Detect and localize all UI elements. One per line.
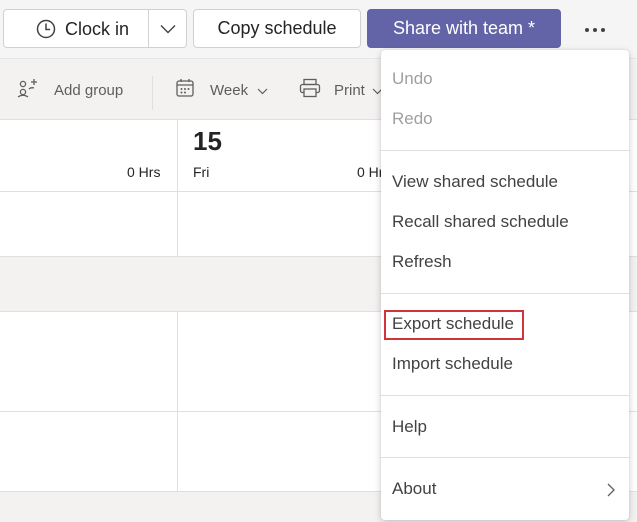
week-label: Week <box>210 81 249 99</box>
menu-divider <box>381 150 629 151</box>
menu-item-refresh[interactable]: Refresh <box>381 244 629 280</box>
clock-in-button[interactable]: Clock in <box>3 9 149 48</box>
toolbar-divider <box>152 76 153 110</box>
menu-item-import-schedule[interactable]: Import schedule <box>381 346 629 382</box>
more-options-menu: Undo Redo View shared schedule Recall sh… <box>381 50 629 520</box>
add-group-button[interactable]: Add group <box>17 78 123 102</box>
menu-item-view-shared-schedule[interactable]: View shared schedule <box>381 164 629 200</box>
clock-in-dropdown-button[interactable] <box>148 9 187 48</box>
column-divider <box>177 312 178 492</box>
day-name: Fri <box>193 164 210 180</box>
chevron-down-icon <box>160 18 176 39</box>
menu-item-undo[interactable]: Undo <box>381 61 629 97</box>
clock-icon <box>36 19 56 44</box>
day-number: 15 <box>193 126 222 156</box>
share-with-team-button[interactable]: Share with team * <box>367 9 561 48</box>
menu-item-help[interactable]: Help <box>381 409 629 445</box>
column-divider <box>177 120 178 257</box>
print-label: Print <box>334 81 365 99</box>
hours-total: 0 Hrs <box>127 164 161 180</box>
more-options-icon <box>584 20 606 38</box>
chevron-right-icon <box>607 482 615 502</box>
clock-in-label: Clock in <box>65 19 130 39</box>
chevron-down-icon <box>257 82 268 99</box>
menu-item-about[interactable]: About <box>381 471 629 507</box>
printer-icon <box>299 78 321 102</box>
menu-divider <box>381 293 629 294</box>
menu-item-recall-shared-schedule[interactable]: Recall shared schedule <box>381 204 629 240</box>
week-view-dropdown[interactable]: Week <box>175 78 268 102</box>
copy-schedule-button[interactable]: Copy schedule <box>193 9 361 48</box>
print-dropdown[interactable]: Print <box>299 78 383 102</box>
add-group-icon <box>17 78 39 102</box>
menu-divider <box>381 457 629 458</box>
add-group-label: Add group <box>54 81 124 99</box>
menu-item-redo[interactable]: Redo <box>381 101 629 137</box>
menu-item-about-label: About <box>392 479 437 498</box>
calendar-icon <box>175 78 195 102</box>
export-highlight-box <box>384 310 524 340</box>
menu-divider <box>381 395 629 396</box>
more-options-button[interactable] <box>575 14 615 44</box>
